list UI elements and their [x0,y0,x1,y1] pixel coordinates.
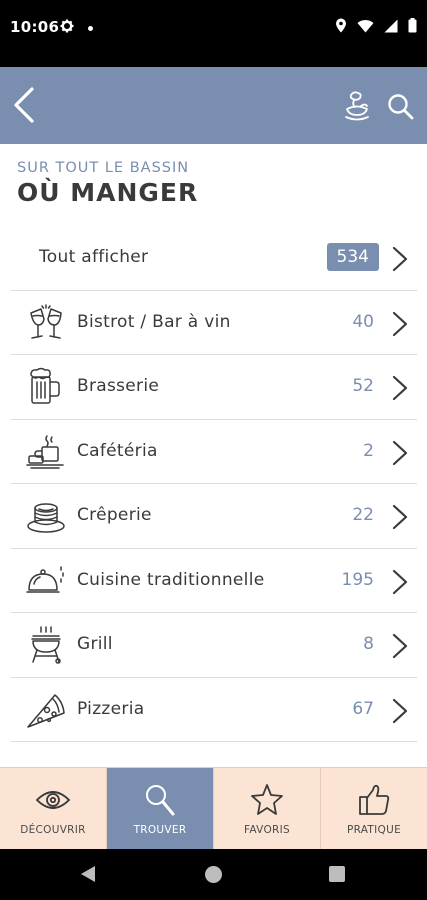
thumbs-up-icon [359,784,390,815]
status-icons [335,18,417,37]
mascot-button[interactable] [341,89,373,123]
chevron-right-icon [392,246,408,272]
list-item-label: Bistrot / Bar à vin [77,311,231,332]
list-item-cuisine-traditionnelle[interactable]: Cuisine traditionnelle 195 [11,549,417,613]
nav-label: FAVORIS [243,824,290,836]
chevron-right-icon [392,311,408,336]
list-item-label: Pizzeria [77,698,145,719]
search-icon [388,94,414,120]
chevron-right-icon [392,504,408,530]
list-item-label: Crêperie [77,505,152,525]
wine-glasses-icon [30,303,62,339]
nav-favoris[interactable]: FAVORIS [214,768,321,849]
chevron-right-icon [392,698,408,723]
location-icon [335,18,347,37]
wifi-icon [357,18,374,37]
system-back-icon[interactable] [80,865,96,883]
bbq-grill-icon [31,626,61,664]
item-count: 67 [352,698,374,719]
item-count: 52 [352,376,374,396]
system-recents-icon[interactable] [329,866,345,882]
nav-label: DÉCOUVRIR [20,824,86,836]
list-item-pizzeria[interactable]: Pizzeria 67 [11,678,417,742]
notification-dot-icon [88,26,93,31]
settings-gear-icon [60,18,74,37]
list-item-label: Cuisine traditionnelle [77,569,265,590]
item-count: 22 [352,505,374,525]
system-home-icon[interactable] [205,866,222,883]
status-time: 10:06 [10,18,60,36]
nav-decouvrir[interactable]: DÉCOUVRIR [0,768,107,849]
signal-icon [384,18,398,37]
list-item-brasserie[interactable]: Brasserie 52 [11,355,417,420]
app-bar [0,67,427,144]
pizza-slice-icon [27,693,65,728]
list-item-creperie[interactable]: Crêperie 22 [11,484,417,549]
page-subtitle: SUR TOUT LE BASSIN [17,160,190,176]
chevron-right-icon [392,633,408,659]
item-count: 195 [341,569,374,590]
chevron-right-icon [392,375,408,401]
list-item-label: Cafétéria [77,440,158,461]
eye-icon [35,791,71,809]
nav-trouver[interactable]: TROUVER [107,768,214,849]
mascot-icon [345,91,369,121]
list-item-grill[interactable]: Grill 8 [11,613,417,678]
magnifier-icon [146,785,175,816]
list-item-label: Brasserie [77,376,160,396]
list-item-label: Grill [77,634,113,654]
count-badge: 534 [326,243,379,271]
list-item-cafeteria[interactable]: Cafétéria 2 [11,420,417,484]
star-icon [251,784,283,815]
status-bar: 10:06 [0,0,427,67]
nav-pratique[interactable]: PRATIQUE [321,768,427,849]
chevron-right-icon [392,440,408,465]
list-item-show-all[interactable]: Tout afficher 534 [11,226,417,291]
system-nav-bar [0,849,427,900]
nav-label: TROUVER [133,824,187,836]
item-count: 40 [352,311,374,332]
battery-icon [408,18,417,37]
list-item-bistrot[interactable]: Bistrot / Bar à vin 40 [11,291,417,355]
nav-label: PRATIQUE [346,824,402,836]
back-button[interactable] [8,83,48,127]
item-count: 2 [363,440,374,461]
category-list: Tout afficher 534 Bistrot / Bar à vin 40 [11,226,417,742]
coffee-cup-icon [26,434,64,469]
search-button[interactable] [385,91,417,123]
bottom-nav: DÉCOUVRIR TROUVER FAVORIS PRATIQUE [0,767,427,849]
list-item-label: Tout afficher [39,247,149,267]
beer-mug-icon [30,367,60,404]
cloche-icon [26,565,64,593]
item-count: 8 [363,634,374,654]
page-title: OÙ MANGER [17,178,199,207]
chevron-left-icon [14,87,34,123]
chevron-right-icon [392,569,408,594]
crepe-stack-icon [27,503,65,533]
